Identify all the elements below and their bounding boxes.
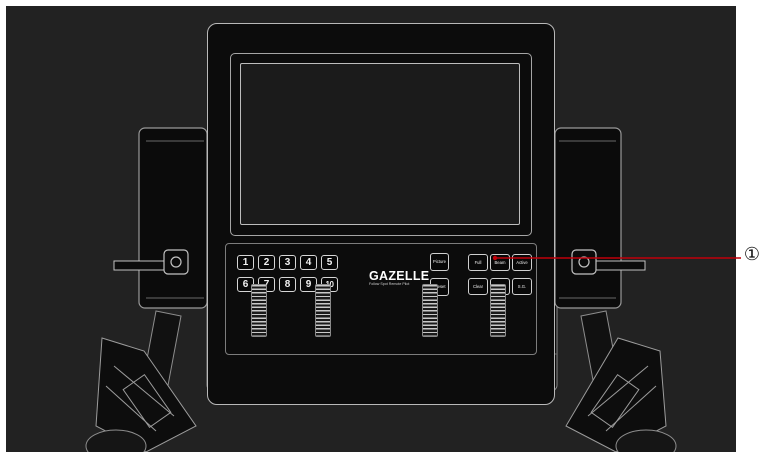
callout-leader xyxy=(492,255,741,261)
callout-number-badge: ① xyxy=(743,244,761,264)
